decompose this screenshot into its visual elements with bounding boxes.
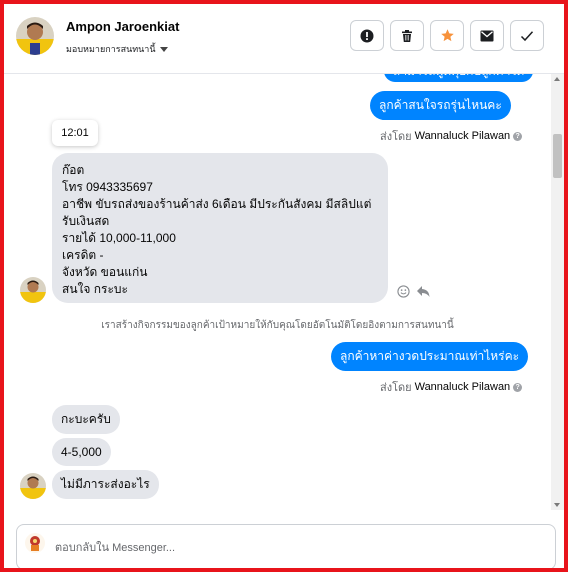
sender-name: Wannaluck Pilawan [414,381,511,393]
sender-name: Wannaluck Pilawan [414,130,511,142]
sent-by-line: ส่งโดย Wannaluck Pilawan ? [380,127,523,145]
contact-name[interactable]: Ampon Jaroenkiat [66,19,179,34]
message-line: อาชีพ ขับรถส่งของร้านค้าส่ง 6เดือน มีประ… [62,197,372,211]
message-thread[interactable]: สามารถพูดคุยกับลูกค้าได้ ลูกค้าสนใจรถรุ่… [4,74,564,510]
trash-icon [402,29,412,42]
reply-placeholder: ตอบกลับใน Messenger... [55,542,176,554]
message-line: จังหวัด ขอนแก่น [62,265,148,279]
delete-button[interactable] [390,20,424,51]
message-timestamp: 12:01 [52,120,98,146]
assign-label: มอบหมายการสนทนานี้ [66,44,156,54]
check-icon [520,30,534,41]
info-icon[interactable]: ? [513,131,523,141]
reply-composer: ตอบกลับใน Messenger... [4,510,564,570]
message-line: เครดิต - [62,248,104,262]
message-actions [397,285,430,298]
scroll-up-arrow-icon[interactable] [554,77,560,81]
contact-avatar[interactable] [20,277,46,303]
star-button[interactable] [430,20,464,51]
mark-unread-button[interactable] [470,20,504,51]
info-icon[interactable]: ? [513,382,523,392]
emoji-reaction-icon[interactable] [397,285,410,298]
exclamation-icon [360,29,374,42]
envelope-icon [480,30,494,41]
conversation-header: Ampon Jaroenkiat มอบหมายการสนทนานี้ [4,4,564,74]
incoming-message[interactable]: กะบะครับ [52,405,120,434]
contact-avatar[interactable] [16,17,54,55]
incoming-message[interactable]: ก๊อต โทร 0943335697 อาชีพ ขับรถส่งของร้า… [52,153,388,303]
sent-by-prefix: ส่งโดย [380,131,412,143]
star-icon [440,29,454,42]
message-line: รับเงินสด [62,214,110,228]
scroll-down-arrow-icon[interactable] [554,503,560,507]
incoming-message[interactable]: ไม่มีภาระส่งอะไร [52,470,159,499]
outgoing-message[interactable]: สามารถพูดคุยกับลูกค้าได้ [384,74,534,82]
message-line: สนใจ กระบะ [62,282,128,296]
sent-by-line: ส่งโดย Wannaluck Pilawan ? [380,378,523,396]
system-notice: เราสร้างกิจกรรมของลูกค้าเป้าหมายให้กับคุ… [101,320,454,331]
chevron-down-icon [159,46,168,52]
outgoing-message[interactable]: ลูกค้าสนใจรถรุ่นไหนคะ [370,91,511,120]
scrollbar-thumb[interactable] [553,134,562,178]
message-line: โทร 0943335697 [62,180,153,194]
sent-by-prefix: ส่งโดย [380,382,412,394]
scrollbar[interactable] [551,74,564,510]
page-avatar [25,533,45,553]
report-button[interactable] [350,20,384,51]
message-line: ก๊อต [62,163,85,177]
outgoing-message[interactable]: ลูกค้าหาค่างวดประมาณเท่าไหร่คะ [331,342,529,371]
reply-input[interactable]: ตอบกลับใน Messenger... [16,524,556,570]
contact-avatar[interactable] [20,473,46,499]
message-line: รายได้ 10,000-11,000 [62,231,176,245]
incoming-message[interactable]: 4-5,000 [52,438,111,466]
reply-icon[interactable] [416,285,430,298]
header-toolbar [350,20,544,51]
mark-done-button[interactable] [510,20,544,51]
assign-conversation-dropdown[interactable]: มอบหมายการสนทนานี้ [66,42,168,56]
